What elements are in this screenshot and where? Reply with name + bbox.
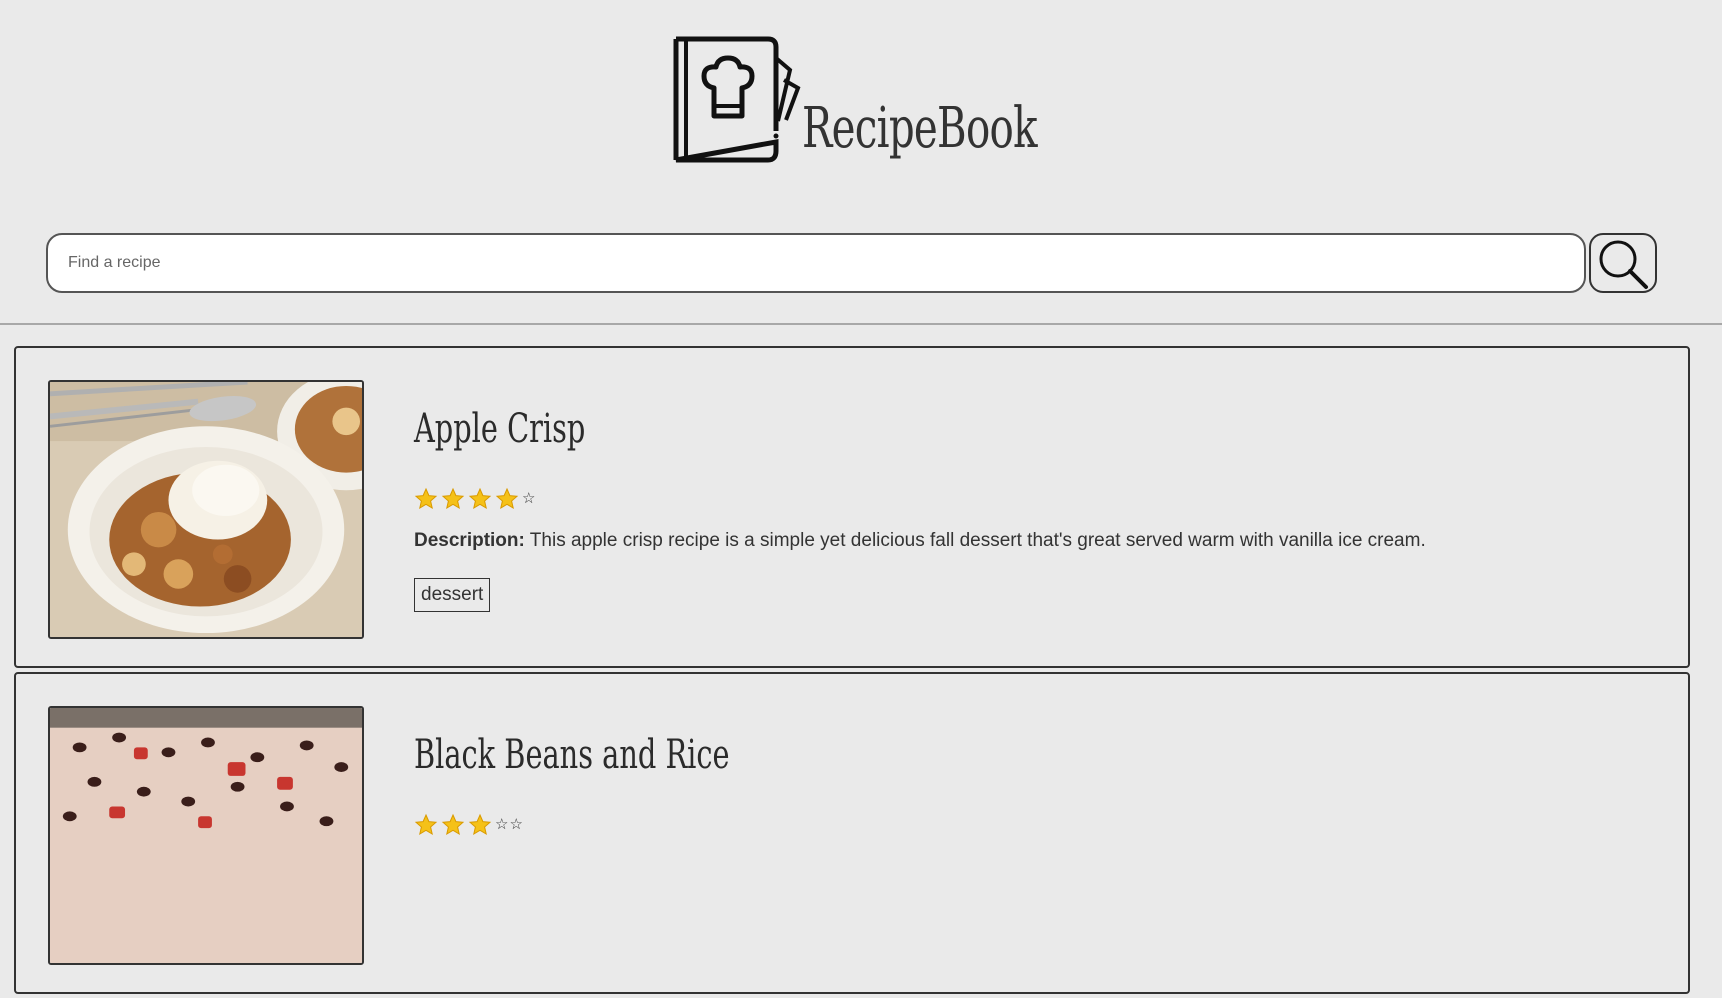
star-filled-icon bbox=[468, 487, 492, 510]
star-filled-icon bbox=[441, 813, 465, 836]
star-empty-icon: ☆ bbox=[522, 490, 536, 507]
search-bar bbox=[46, 233, 1658, 293]
recipe-card[interactable]: Black Beans and Rice ☆ ☆ bbox=[14, 672, 1690, 994]
star-filled-icon bbox=[414, 813, 438, 836]
star-filled-icon bbox=[414, 487, 438, 510]
search-button[interactable] bbox=[1589, 233, 1657, 293]
recipe-card[interactable]: Apple Crisp ☆ Description: This apple cr… bbox=[14, 346, 1690, 668]
search-input[interactable] bbox=[46, 233, 1586, 293]
star-filled-icon bbox=[495, 487, 519, 510]
recipebook-logo[interactable]: RecipeBook bbox=[672, 36, 1038, 176]
recipe-tag[interactable]: dessert bbox=[414, 578, 491, 612]
recipe-image[interactable] bbox=[48, 380, 364, 639]
recipe-description: Description: This apple crisp recipe is … bbox=[414, 530, 1426, 552]
description-text: This apple crisp recipe is a simple yet … bbox=[529, 530, 1426, 551]
brand-name: RecipeBook bbox=[802, 96, 1038, 161]
recipe-title[interactable]: Black Beans and Rice bbox=[414, 732, 730, 778]
star-rating: ☆ bbox=[414, 486, 536, 512]
cookbook-chef-hat-icon bbox=[673, 36, 801, 163]
star-rating: ☆ ☆ bbox=[414, 812, 524, 838]
magnifier-icon bbox=[1599, 240, 1648, 289]
site-header: RecipeBook bbox=[0, 0, 1722, 325]
recipe-list: Apple Crisp ☆ Description: This apple cr… bbox=[14, 346, 1690, 998]
black-beans-rice-photo bbox=[50, 708, 362, 963]
star-empty-icon: ☆ bbox=[509, 816, 523, 833]
star-filled-icon bbox=[441, 487, 465, 510]
recipe-title[interactable]: Apple Crisp bbox=[414, 406, 585, 452]
recipe-image[interactable] bbox=[48, 706, 364, 965]
apple-crisp-photo bbox=[50, 382, 362, 637]
star-empty-icon: ☆ bbox=[495, 816, 509, 833]
description-label: Description: bbox=[414, 530, 525, 551]
star-filled-icon bbox=[468, 813, 492, 836]
